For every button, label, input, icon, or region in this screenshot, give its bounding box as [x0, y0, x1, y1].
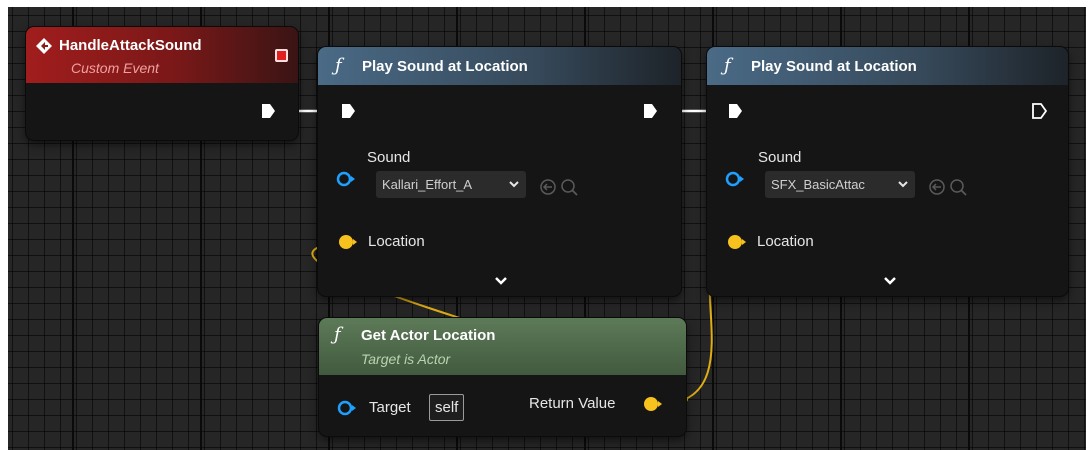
sound-asset-dropdown[interactable]: SFX_BasicAttac — [765, 171, 915, 198]
play-sound-1-title: Play Sound at Location — [362, 58, 528, 75]
location-pin-label: Location — [368, 233, 425, 250]
event-diamond-icon — [36, 38, 52, 54]
exec-out-pin-unconnected[interactable] — [1031, 102, 1047, 120]
location-pin-label: Location — [757, 233, 814, 250]
exec-out-pin[interactable] — [642, 102, 658, 120]
target-pin-label: Target — [369, 399, 411, 416]
play-sound-2-title: Play Sound at Location — [751, 58, 917, 75]
get-actor-location-node[interactable]: ƒ Get Actor Location Target is Actor Tar… — [319, 318, 686, 436]
play-sound-1-header: ƒ Play Sound at Location — [318, 47, 681, 85]
sound-asset-dropdown[interactable]: Kallari_Effort_A — [376, 171, 526, 198]
sound-asset-value: Kallari_Effort_A — [382, 177, 473, 192]
target-self-field[interactable]: self — [429, 394, 465, 421]
chevron-down-icon — [897, 171, 909, 198]
expand-advanced-chevron-icon[interactable] — [883, 276, 897, 286]
return-value-label: Return Value — [529, 395, 616, 412]
event-node-title: HandleAttackSound — [59, 37, 202, 54]
exec-out-pin[interactable] — [260, 102, 276, 120]
exec-in-pin[interactable] — [340, 102, 356, 120]
use-selected-asset-icon[interactable] — [928, 178, 946, 196]
sound-object-pin[interactable] — [336, 171, 356, 187]
sound-pin-label: Sound — [758, 149, 802, 166]
use-selected-asset-icon[interactable] — [539, 178, 557, 196]
get-actor-location-header: ƒ Get Actor Location Target is Actor — [319, 318, 686, 375]
sound-object-pin[interactable] — [725, 171, 745, 187]
get-actor-location-title: Get Actor Location — [361, 327, 496, 344]
custom-event-node[interactable]: HandleAttackSound Custom Event — [26, 27, 298, 140]
function-icon: ƒ — [334, 324, 341, 345]
play-sound-at-location-node-1[interactable]: ƒ Play Sound at Location Sound Kallari_E… — [318, 47, 681, 296]
return-value-vector-pin[interactable] — [643, 396, 663, 412]
sound-pin-label: Sound — [367, 149, 411, 166]
chevron-down-icon — [508, 171, 520, 198]
expand-advanced-chevron-icon[interactable] — [494, 276, 508, 286]
location-vector-pin[interactable] — [727, 234, 747, 250]
exec-in-pin[interactable] — [727, 102, 743, 120]
sound-asset-value: SFX_BasicAttac — [771, 177, 865, 192]
play-sound-2-header: ƒ Play Sound at Location — [707, 47, 1068, 85]
target-self-value: self — [435, 399, 459, 416]
play-sound-at-location-node-2[interactable]: ƒ Play Sound at Location Sound SFX_Basic… — [707, 47, 1068, 296]
browse-asset-search-icon[interactable] — [560, 178, 578, 196]
location-vector-pin[interactable] — [338, 234, 358, 250]
red-square-icon[interactable] — [275, 49, 288, 62]
function-icon: ƒ — [335, 55, 342, 76]
target-object-pin[interactable] — [337, 400, 357, 416]
event-node-header: HandleAttackSound Custom Event — [26, 27, 298, 83]
event-node-subtitle: Custom Event — [71, 60, 159, 76]
get-actor-location-subtitle: Target is Actor — [361, 351, 451, 367]
browse-asset-search-icon[interactable] — [949, 178, 967, 196]
function-icon: ƒ — [724, 55, 731, 76]
